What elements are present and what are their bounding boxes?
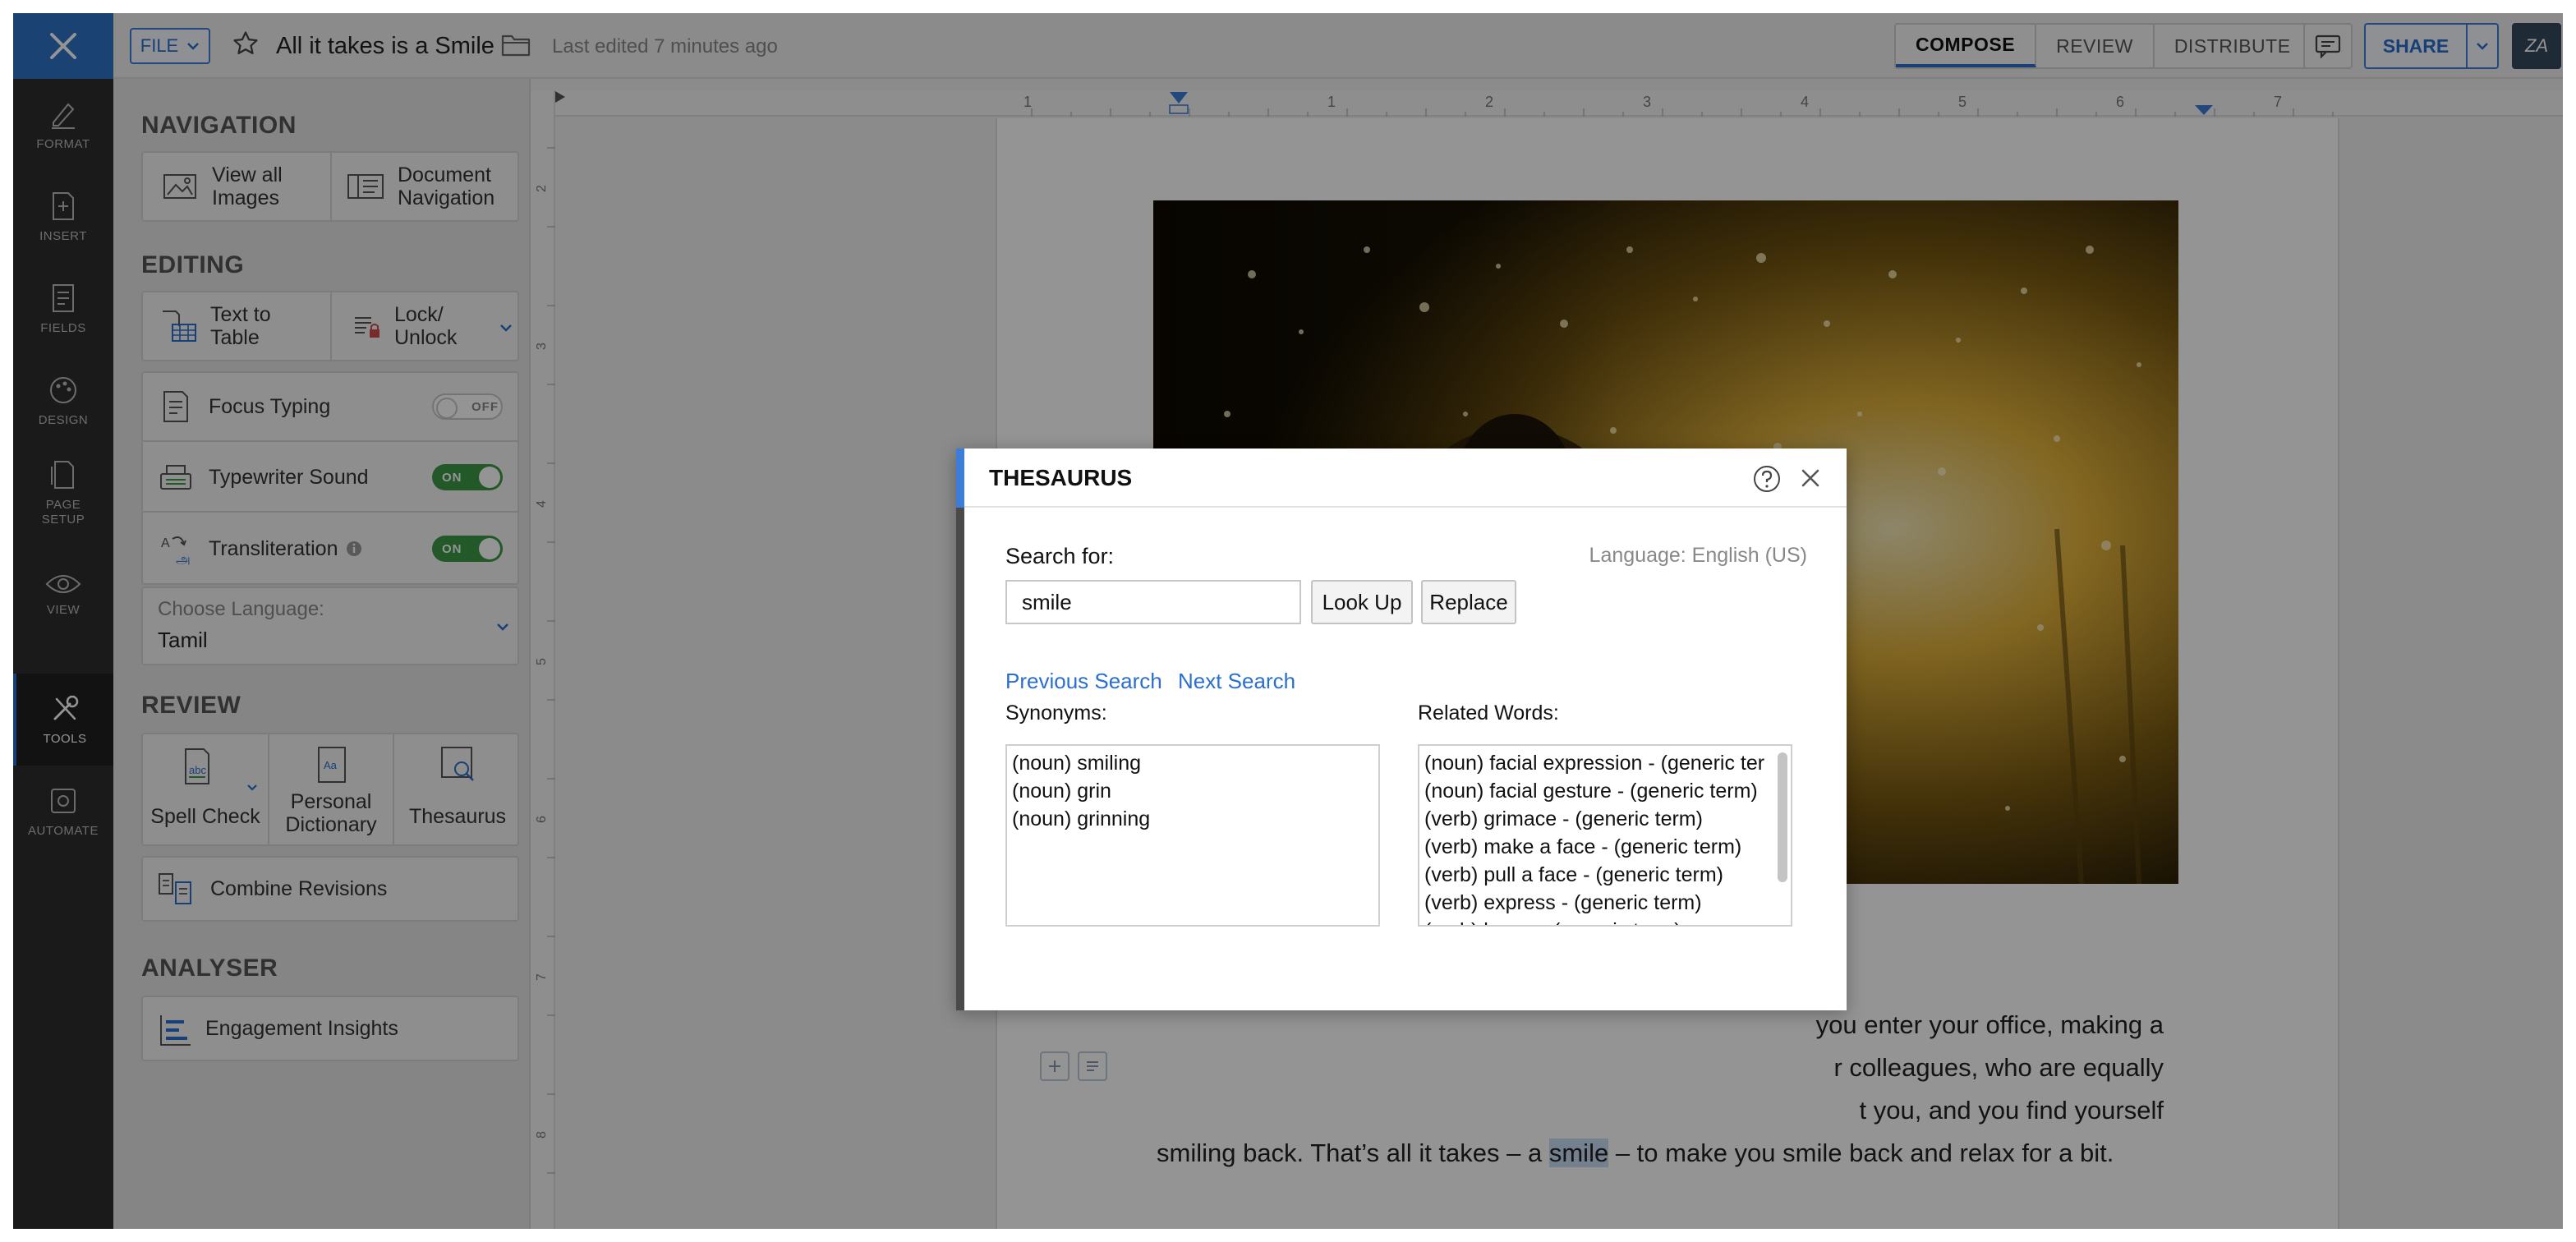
list-item[interactable]: (noun) facial gesture - (generic term) [1424, 777, 1773, 805]
list-item[interactable]: (noun) grin [1012, 777, 1373, 805]
list-item[interactable]: (verb) make a face - (generic term) [1424, 833, 1773, 861]
dialog-close-button[interactable] [1799, 467, 1822, 490]
language-label: Language: English (US) [1589, 544, 1807, 567]
help-button[interactable] [1753, 465, 1781, 493]
replace-button[interactable]: Replace [1421, 580, 1516, 624]
previous-search-link[interactable]: Previous Search [1005, 669, 1162, 694]
list-item[interactable]: (verb) pull a face - (generic term) [1424, 861, 1773, 889]
list-item[interactable]: (noun) smiling [1012, 749, 1373, 777]
app-window: FILE All it takes is a Smile Last edited… [13, 13, 2563, 1229]
list-item[interactable]: (verb) grimace - (generic term) [1424, 805, 1773, 833]
dialog-header: THESAURUS [964, 448, 1847, 508]
synonyms-label: Synonyms: [1005, 702, 1107, 724]
related-words-list[interactable]: (noun) facial expression - (generic ter … [1418, 744, 1792, 927]
synonyms-list[interactable]: (noun) smiling (noun) grin (noun) grinni… [1005, 744, 1380, 927]
scrollbar[interactable] [1778, 752, 1787, 882]
thesaurus-dialog: THESAURUS Search for: Language: English … [956, 448, 1847, 1010]
list-item[interactable]: (verb) beam - (generic term) [1424, 917, 1773, 925]
look-up-button[interactable]: Look Up [1311, 580, 1413, 624]
list-item[interactable]: (verb) express - (generic term) [1424, 889, 1773, 917]
dialog-title: THESAURUS [989, 465, 1133, 490]
list-item[interactable]: (noun) grinning [1012, 805, 1373, 833]
dialog-accent-bar [956, 448, 964, 508]
related-words-label: Related Words: [1418, 702, 1559, 724]
next-search-link[interactable]: Next Search [1178, 669, 1295, 694]
close-icon [1801, 469, 1819, 487]
help-icon [1754, 466, 1780, 492]
search-for-label: Search for: [1005, 544, 1115, 568]
dialog-body: Search for: Language: English (US) Look … [964, 508, 1847, 1010]
list-item[interactable]: (noun) facial expression - (generic ter [1424, 749, 1773, 777]
search-input[interactable] [1005, 580, 1301, 624]
